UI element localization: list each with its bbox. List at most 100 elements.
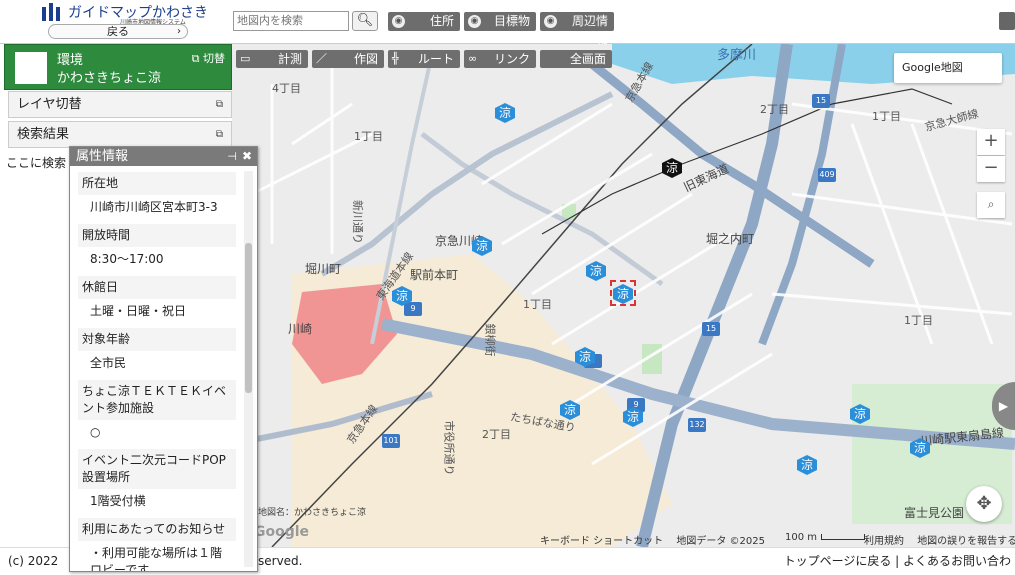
attribute-row: ちょこ涼ＴＥＫＴＥＫイベント参加施設 ○ [78,380,236,443]
back-button[interactable]: 戻る › [48,24,188,39]
draw-label: 作図 [353,52,378,66]
scrollbar-thumb[interactable] [245,243,252,393]
selection-target-icon [610,280,636,306]
logo-mark [40,3,64,21]
scrollbar[interactable] [244,171,253,567]
popout-icon[interactable]: ⧉ [216,122,223,147]
landmark-search-button[interactable]: ◉ 目標物 [464,12,536,31]
search-icon: ◉ [544,15,557,28]
map-label: 駅前本町 [410,268,459,282]
route-label: ルート [417,52,454,66]
map-label: 多摩川 [717,48,757,63]
fullscreen-button[interactable]: 全画面 [540,50,612,68]
fullscreen-label: 全画面 [569,52,606,66]
map-label: 1丁目 [904,314,933,327]
map-label: 1丁目 [523,298,552,311]
environment-name: かわさきちょこ涼 [57,71,162,86]
attribute-value: ○ [90,425,101,439]
map-terms: 利用規約 地図の誤りを報告する [864,532,1015,547]
attribute-row: 開放時間 8:30～17:00 [78,224,236,270]
google-map-button[interactable]: Google地図 [894,53,1002,83]
measure-button[interactable]: ▭ 計測 [236,50,308,68]
attribute-value: ・利用可能な場所は１階ロビーです。 [90,546,223,571]
map-label: 1丁目 [872,110,901,123]
nearby-info-button[interactable]: ◉ 周辺情報 [540,12,614,47]
landmark-search-label: 目標物 [493,14,530,28]
copyright-text-tail: served. [258,554,303,568]
search-results-label: 検索結果 [17,127,70,142]
attribute-value: 全市民 [90,356,127,370]
map-label: 2丁目 [760,103,789,116]
route-shield: 132 [688,418,706,432]
attribute-label: イベント二次元コードPOP設置場所 [78,449,236,489]
route-shield: 15 [702,322,720,336]
map-label: 2丁目 [482,428,511,441]
address-search-button[interactable]: ◉ 住所 [388,12,460,31]
link-icon: ∞ [468,52,478,65]
environment-title: 環境 [57,53,84,68]
window-icon[interactable] [999,12,1015,30]
attribute-row: 休館日 土曜・日曜・祝日 [78,276,236,322]
google-logo: Google [254,524,310,540]
search-icon: 🔍︎ [356,13,374,28]
zoom-out-button[interactable]: − [977,156,1005,182]
attribute-label: 開放時間 [78,224,236,247]
app-logo[interactable]: ガイドマップかわさき 川崎市地図情報システム [40,2,208,26]
attribute-value: 川崎市川崎区宮本町3-3 [90,200,218,214]
search-icon: ◉ [392,15,405,28]
map-data-text: 地図データ ©2025 [676,536,766,547]
route-button[interactable]: ╬ ルート [388,50,460,68]
measure-label: 計測 [277,52,302,66]
route-shield: 409 [818,168,836,182]
draw-button[interactable]: ／ 作図 [312,50,384,68]
nearby-info-label: 周辺情報 [571,14,608,47]
route-shield: 9 [404,302,422,316]
map-view[interactable]: ▭ 計測 ／作図 ╬ ルート ∞ リンク 全画面 Google地図 + − ⌕ ▶ ✥… [232,44,1015,547]
attribute-value: 土曜・日曜・祝日 [90,304,187,318]
recenter-icon[interactable]: ✥ [966,486,1002,522]
map-attribution: キーボード ショートカット 地図データ ©2025 [540,532,775,547]
environment-switch-button[interactable]: ⧉ 切替 [192,50,225,66]
keyboard-shortcuts-link[interactable]: キーボード ショートカット [540,536,663,547]
map-label: 堀川町 [305,262,342,276]
copyright-text: (c) 2022 [8,554,59,568]
terms-link[interactable]: 利用規約 [864,536,904,547]
search-button[interactable]: 🔍︎ [352,11,378,31]
map-label: 市役所通り [442,420,456,476]
link-button[interactable]: ∞ リンク [464,50,536,68]
attribute-row: 利用にあたってのお知らせ ・利用可能な場所は１階ロビーです。 [78,518,236,571]
attribute-value: 8:30～17:00 [90,252,164,266]
report-error-link[interactable]: 地図の誤りを報告する [917,536,1015,547]
attribute-value: 1階受付横 [90,494,146,508]
pin-icon[interactable]: ⊣ [227,147,237,166]
attribute-panel-title: 属性情報 [76,149,129,164]
attribute-row: イベント二次元コードPOP設置場所 1階受付横 [78,449,236,512]
back-label: 戻る [107,25,129,38]
environment-switch-label: 切替 [203,52,225,65]
attribute-panel-header[interactable]: 属性情報 ⊣ ✖ [70,147,257,166]
footer-links[interactable]: トップページに戻る | よくあるお問い合わ [784,548,1011,574]
ruler-icon: ▭ [240,52,251,65]
map-label: 1丁目 [354,130,383,143]
map-label: 富士見公園 [904,506,965,520]
environment-header: 環境 かわさきちょこ涼 ⧉ 切替 [4,44,232,90]
zoom-in-button[interactable]: + [977,129,1005,155]
close-icon[interactable]: ✖ [242,147,252,166]
map-label: 4丁目 [272,82,301,95]
search-input[interactable] [233,11,349,31]
map-label: 銀柳街 [483,323,497,357]
map-label: 川崎 [288,322,313,336]
layer-switch-panel[interactable]: レイヤ切替 ⧉ [8,91,232,118]
search-results-panel[interactable]: 検索結果 ⧉ [8,121,232,148]
chevron-right-icon: › [177,26,181,37]
route-icon: ╬ [392,52,399,65]
popout-icon[interactable]: ⧉ [216,92,223,117]
attribute-row: 所在地川崎市川崎区宮本町3-3 [78,172,236,218]
route-shield: 101 [382,434,400,448]
attribute-label: 所在地 [78,172,236,195]
address-search-label: 住所 [429,14,454,28]
zoom-box-icon[interactable]: ⌕ [977,192,1005,218]
map-label: 新川通り [351,200,364,244]
attribute-info-panel: 属性情報 ⊣ ✖ 所在地川崎市川崎区宮本町3-3 開放時間 8:30～17:00 休館日土… [69,146,258,572]
attribute-label: 利用にあたってのお知らせ [78,518,236,541]
